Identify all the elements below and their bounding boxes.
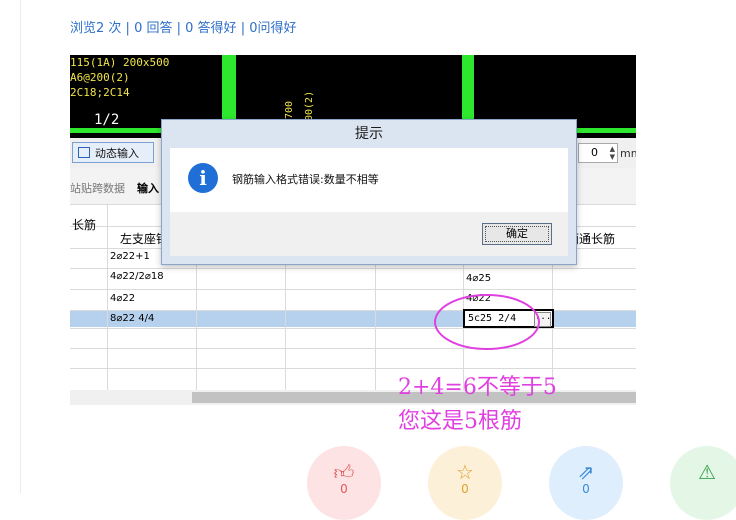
grid-cell-left[interactable]: 4⌀22 xyxy=(110,293,135,304)
dynamic-input-label: 动态输入 xyxy=(95,147,139,160)
star-icon: ☆ xyxy=(456,460,474,484)
content-left-border xyxy=(20,0,21,493)
dialog-title: 提示 xyxy=(355,126,383,142)
annotation-circle xyxy=(434,294,540,350)
separator: | xyxy=(240,21,246,36)
like-button[interactable]: 👍︎ 0 xyxy=(307,446,381,520)
cad-span-label: 1/2 xyxy=(94,112,120,128)
annotation-line1: 2+4=6不等于5 xyxy=(398,375,557,400)
cad-rebar-label: 2C18;2C14 xyxy=(70,86,130,99)
report-button[interactable]: ⚠︎ xyxy=(670,446,736,520)
like-count: 0 xyxy=(340,482,348,496)
warning-icon: ⚠︎ xyxy=(698,460,716,484)
separator: | xyxy=(125,21,130,36)
annotation-line2: 您这是5根筋 xyxy=(398,409,522,434)
alert-dialog: 提示 i 钢筋输入格式错误:数量不相等 确定 xyxy=(161,119,577,265)
views-count[interactable]: 浏览2 次 xyxy=(70,21,121,36)
cad-beam-label: 115(1A) 200x500 xyxy=(70,56,170,69)
answers-count[interactable]: 0 回答 xyxy=(134,21,172,36)
dialog-message: 钢筋输入格式错误:数量不相等 xyxy=(232,173,379,186)
good-answers-count[interactable]: 0 答得好 xyxy=(185,21,236,36)
unit-label: mm xyxy=(620,147,636,160)
ok-button[interactable]: 确定 xyxy=(482,223,552,245)
share-button[interactable]: ⇗ 0 xyxy=(549,446,623,520)
dynamic-input-button[interactable]: 动态输入 xyxy=(72,142,154,163)
star-count: 0 xyxy=(461,482,469,496)
dialog-footer: 确定 xyxy=(170,212,568,256)
question-screenshot: 115(1A) 200x500 A6@200(2) 2C18;2C14 1/2 … xyxy=(70,55,636,405)
grid-line xyxy=(107,204,108,390)
cad-dim-label: 00(2) xyxy=(304,90,315,121)
question-stats: 浏览2 次 | 0 回答 | 0 答得好 | 0问得好 xyxy=(70,17,297,36)
grid-cell-right[interactable]: 4⌀25 xyxy=(466,273,491,284)
share-count: 0 xyxy=(582,482,590,496)
grid-cell-left[interactable]: 4⌀22/2⌀18 xyxy=(110,271,164,282)
offset-spinner[interactable]: 0 ▲ ▼ xyxy=(578,143,618,163)
cad-stirrup-label: A6@200(2) xyxy=(70,71,130,84)
grid-icon xyxy=(78,147,90,158)
info-icon: i xyxy=(188,163,218,193)
grid-cell-left[interactable]: 8⌀22 4/4 xyxy=(110,313,154,324)
dialog-body: i 钢筋输入格式错误:数量不相等 xyxy=(170,148,568,212)
favorite-button[interactable]: ☆ 0 xyxy=(428,446,502,520)
grid-cell-left[interactable]: 2⌀22+1 xyxy=(110,251,150,262)
header-long-rebar: 长筋 xyxy=(72,218,97,232)
spinner-arrows-icon[interactable]: ▲ ▼ xyxy=(610,145,615,161)
separator: | xyxy=(176,21,182,36)
tab-input[interactable]: 输入 xyxy=(137,180,159,196)
spinner-value: 0 xyxy=(591,146,598,159)
tab-paste-data[interactable]: 站贴跨数据 xyxy=(70,180,125,196)
good-questions-count[interactable]: 0问得好 xyxy=(249,21,296,36)
share-icon: ⇗ xyxy=(577,460,595,484)
